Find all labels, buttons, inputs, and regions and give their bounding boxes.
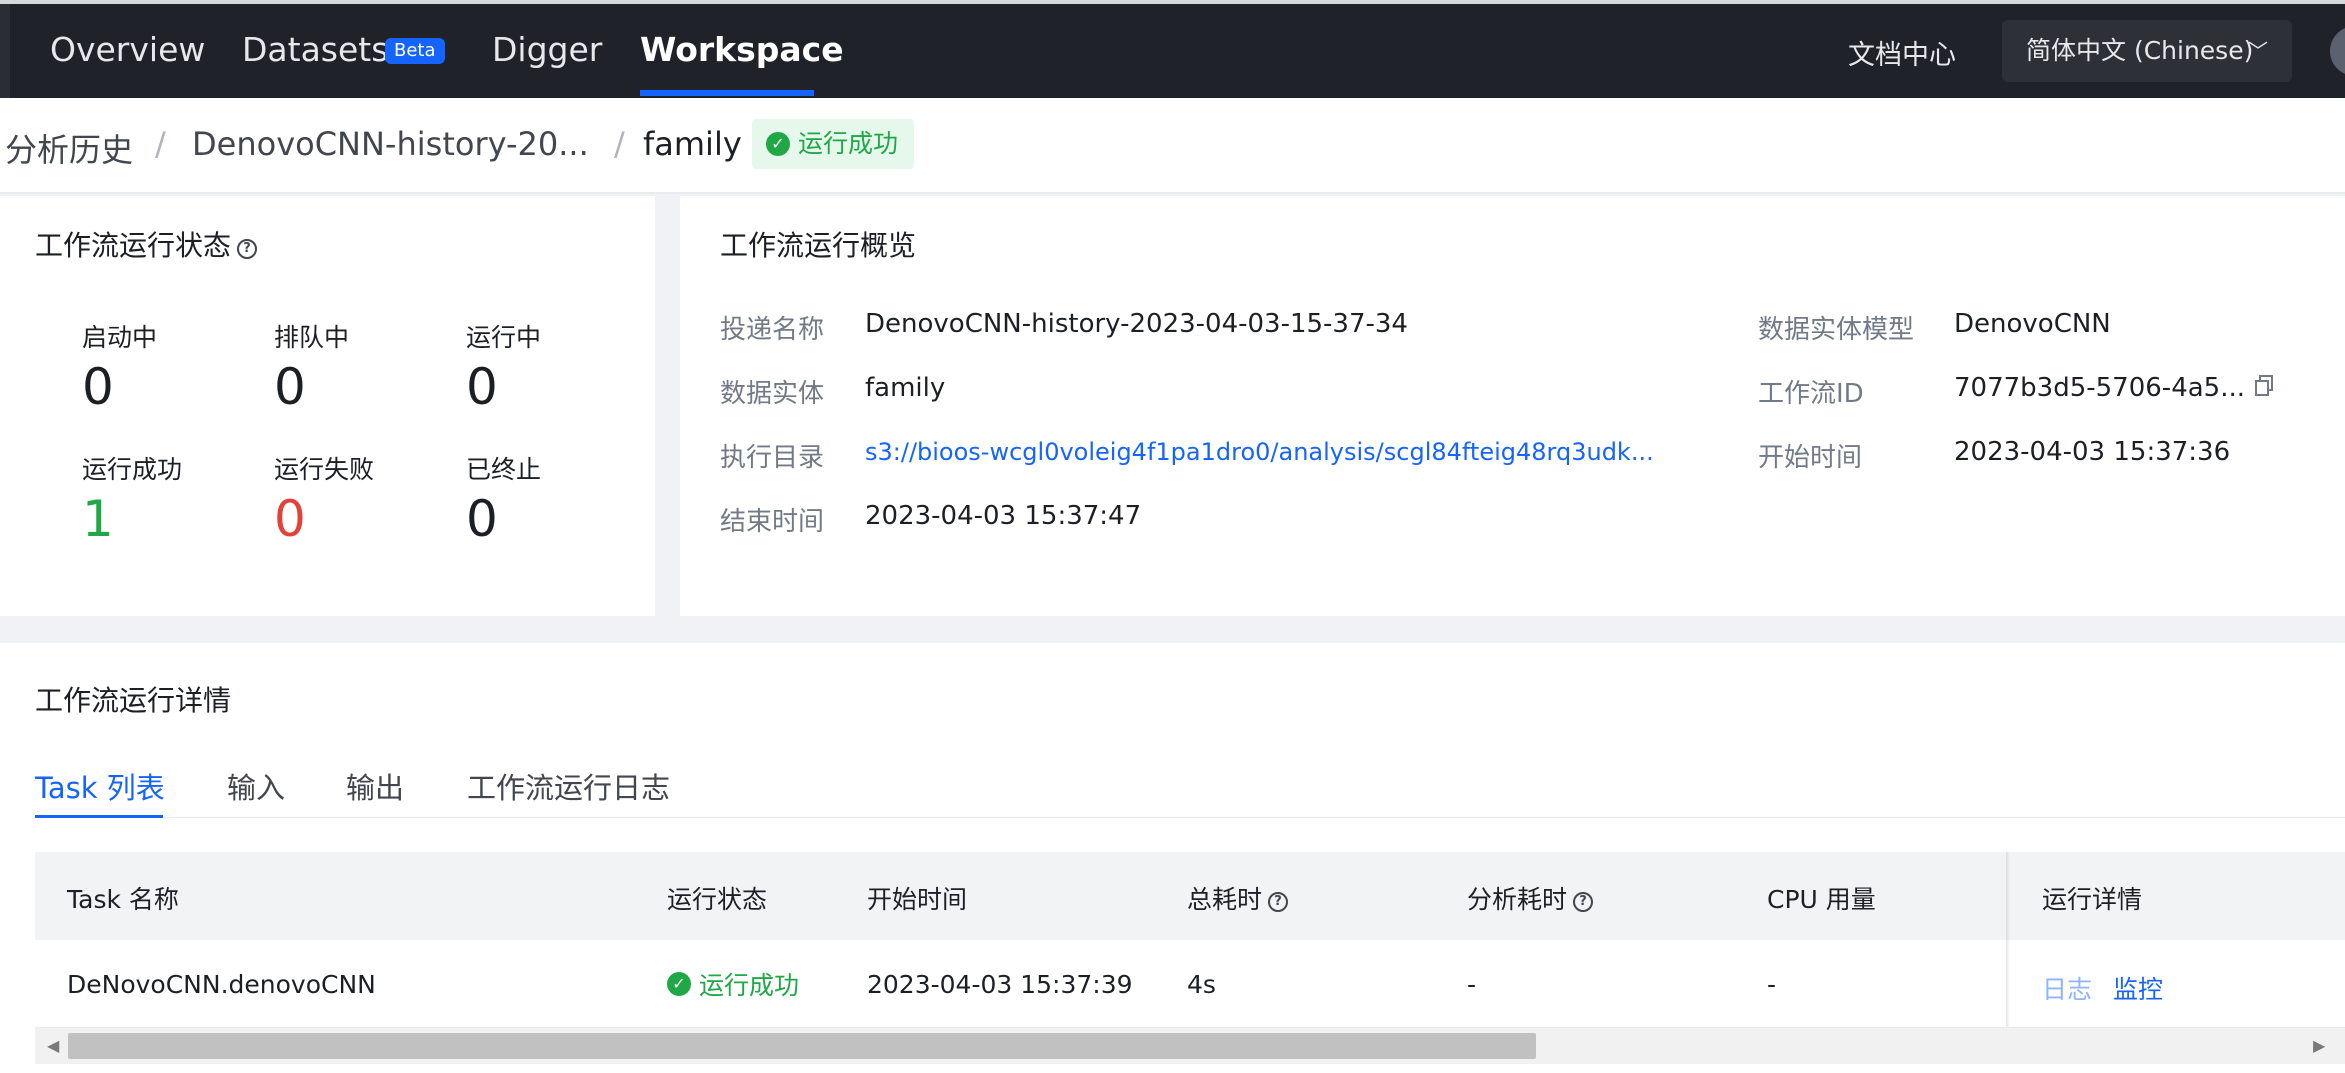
cell-run-status: ✓ 运行成功 [667,966,799,1002]
scrollbar-thumb[interactable] [68,1033,1536,1059]
tab-task-list[interactable]: Task 列表 [35,765,165,807]
column-total-duration: 总耗时? [1187,880,1289,916]
run-status-title-text: 工作流运行状态 [35,229,232,262]
column-task-name: Task 名称 [67,885,179,914]
entity-model-label: 数据实体模型 [1758,315,1915,345]
stat-value-running: 0 [466,358,498,416]
nav-left-edge [0,4,10,102]
run-status-title: 工作流运行状态? [35,224,258,264]
stat-value-failed: 0 [274,490,306,548]
tab-output[interactable]: 输出 [346,765,404,807]
scroll-right-icon[interactable]: ▶ [2313,1036,2325,1055]
fixed-column-shadow [2006,852,2010,1028]
column-run-status: 运行状态 [667,885,768,914]
submission-name-value: DenovoCNN-history-2023-04-03-15-37-34 [865,309,1408,339]
stat-value-starting: 0 [82,358,114,416]
tab-divider [35,817,2345,818]
nav-item-datasets[interactable]: Datasets [242,30,388,69]
log-link[interactable]: 日志 [2042,970,2092,1006]
exec-dir-link[interactable]: s3://bioos-wcgl0voleig4f1pa1dro0/analysi… [865,438,1654,466]
stat-value-queued: 0 [274,358,306,416]
stat-label-running: 运行中 [466,323,542,352]
chevron-down-icon: ﹀ [2248,39,2268,63]
status-badge-label: 运行成功 [798,129,899,158]
help-icon[interactable]: ? [237,239,258,259]
check-circle-icon: ✓ [766,132,790,156]
tab-active-indicator [35,815,163,818]
column-total-duration-label: 总耗时 [1187,885,1263,914]
scroll-left-icon[interactable]: ◀ [47,1036,59,1055]
start-time-label: 开始时间 [1758,443,1863,473]
cell-start-time: 2023-04-03 15:37:39 [867,970,1133,999]
column-cpu-usage: CPU 用量 [1767,885,1876,914]
end-time-value: 2023-04-03 15:37:47 [865,501,1142,531]
column-run-details: 运行详情 [2042,885,2143,914]
entity-model-value: DenovoCNN [1954,309,2111,339]
breadcrumb-current: family [643,125,742,163]
cell-total-duration: 4s [1187,970,1216,999]
stat-label-succeeded: 运行成功 [82,455,183,484]
tab-workflow-log[interactable]: 工作流运行日志 [467,765,670,807]
language-label: 简体中文 (Chinese) [2026,36,2254,65]
help-icon[interactable]: ? [1268,892,1289,912]
cell-task-name: DeNovoCNN.denovoCNN [67,970,376,999]
copy-icon[interactable] [2253,374,2275,398]
workflow-id-value: 7077b3d5-5706-4a5... [1954,373,2246,403]
run-details-title: 工作流运行详情 [35,684,232,717]
stat-label-terminated: 已终止 [466,455,542,484]
cell-cpu-usage: - [1767,970,1777,999]
end-time-label: 结束时间 [720,507,825,537]
workflow-id-label: 工作流ID [1758,379,1864,409]
cell-run-status-label: 运行成功 [699,971,800,1000]
run-overview-panel [680,196,2345,616]
nav-item-digger[interactable]: Digger [492,30,602,69]
breadcrumb-separator: / [614,125,625,163]
stat-value-terminated: 0 [466,490,498,548]
stat-value-succeeded: 1 [82,490,114,548]
doc-center-link[interactable]: 文档中心 [1848,33,1956,72]
check-circle-icon: ✓ [667,972,691,996]
column-start-time: 开始时间 [867,885,968,914]
stat-label-failed: 运行失败 [274,455,375,484]
stat-label-queued: 排队中 [274,323,350,352]
cell-analysis-duration: - [1467,970,1477,999]
breadcrumb-separator: / [155,125,166,163]
column-analysis-duration-label: 分析耗时 [1467,885,1568,914]
nav-item-overview[interactable]: Overview [50,30,205,69]
tab-input[interactable]: 输入 [227,765,285,807]
help-icon[interactable]: ? [1573,892,1594,912]
entity-value: family [865,373,946,403]
nav-item-workspace[interactable]: Workspace [640,30,844,69]
submission-name-label: 投递名称 [720,315,825,345]
exec-dir-label: 执行目录 [720,443,825,473]
column-analysis-duration: 分析耗时? [1467,880,1594,916]
start-time-value: 2023-04-03 15:37:36 [1954,437,2231,467]
beta-badge: Beta [385,38,445,64]
breadcrumb-submission[interactable]: DenovoCNN-history-20... [192,125,589,163]
breadcrumb-analysis-history[interactable]: 分析历史 [5,125,133,171]
entity-label: 数据实体 [720,379,825,409]
language-selector[interactable]: 简体中文 (Chinese) ﹀ [2002,20,2292,82]
monitor-link[interactable]: 监控 [2113,970,2163,1006]
stat-label-starting: 启动中 [82,323,158,352]
run-overview-title: 工作流运行概览 [720,229,917,262]
status-badge: ✓ 运行成功 [752,119,915,169]
nav-active-indicator [640,90,814,96]
